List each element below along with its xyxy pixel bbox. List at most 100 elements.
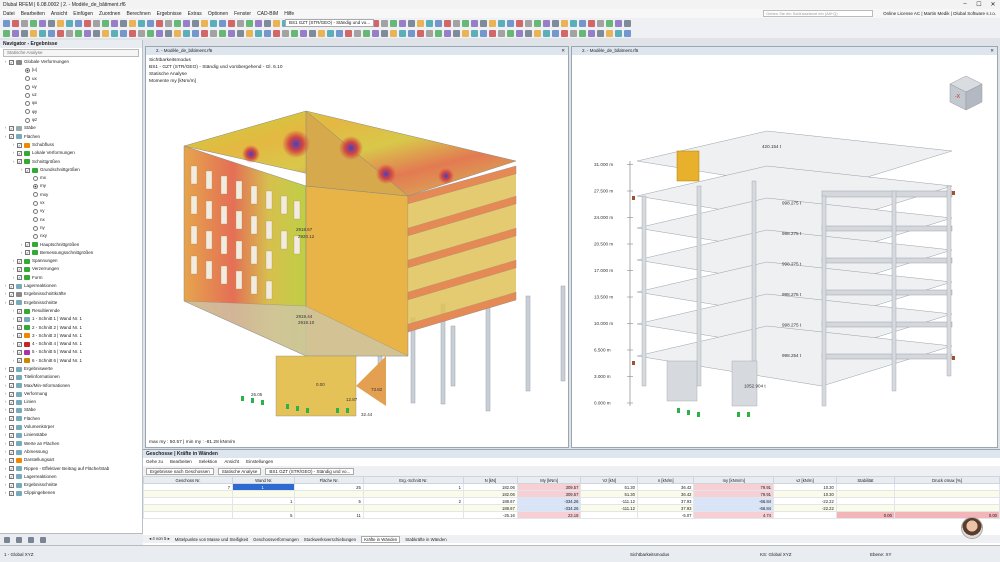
tree-item[interactable]: mx [0, 174, 142, 182]
maximize-button[interactable]: ☐ [972, 1, 986, 8]
tree-item[interactable]: › ✓ 5 - Schnitt 5 | Wand Nr. 1 [0, 348, 142, 356]
toolbar-icon[interactable] [444, 29, 451, 37]
table-row[interactable]: 1 5 2 188.67 -334.26 -111.12 37.93 -66.84 -22.22 [142, 497, 1000, 505]
toolbar-icon[interactable] [615, 19, 622, 27]
tree-item[interactable]: › ✓ Titelinformationen [0, 373, 142, 381]
minimize-button[interactable]: – [958, 1, 972, 8]
radio-button[interactable] [25, 76, 30, 82]
toolbar-icon[interactable] [579, 29, 586, 37]
toolbar-icon[interactable] [201, 29, 208, 37]
analysis-select[interactable]: Statische Analyse [3, 49, 139, 57]
toolbar-icon[interactable] [624, 19, 631, 27]
chevron-right-icon[interactable]: › [11, 257, 16, 265]
tree-item[interactable]: › ✓ Bemessungsschnittgrößen [0, 249, 142, 257]
chevron-right-icon[interactable]: › [3, 481, 8, 489]
chevron-right-icon[interactable]: › [3, 465, 8, 473]
toolbar-icon[interactable] [129, 19, 136, 27]
toolbar-icon[interactable] [219, 19, 226, 27]
tree-item[interactable]: › ✓ 1 - Schnitt 1 | Wand Nr. 1 [0, 315, 142, 323]
toolbar-icon[interactable] [336, 29, 343, 37]
checkbox[interactable]: ✓ [25, 242, 30, 248]
toolbar-icon[interactable] [246, 19, 253, 27]
chevron-right-icon[interactable]: › [11, 265, 16, 273]
checkbox[interactable]: ✓ [9, 474, 14, 480]
toolbar-icon[interactable] [21, 29, 28, 37]
checkbox[interactable]: ✓ [9, 449, 14, 455]
toolbar-icon[interactable] [237, 19, 244, 27]
tree-item[interactable]: my [0, 182, 142, 190]
tree-item[interactable]: › ✓ Resultierende [0, 307, 142, 315]
checkbox[interactable]: ✓ [9, 134, 14, 140]
toolbar-icon[interactable] [462, 19, 469, 27]
tree-item[interactable]: › ✓ Form [0, 274, 142, 282]
toolbar-icon[interactable] [12, 19, 19, 27]
checkbox[interactable]: ✓ [9, 300, 14, 306]
tree-item[interactable]: › ✓ Globale Verformungen [0, 58, 142, 66]
checkbox[interactable]: ✓ [17, 267, 22, 273]
chevron-right-icon[interactable]: › [3, 282, 8, 290]
viewport-masses[interactable]: 2. - Modèle_de_bâtiment.rf6 ✕ -X 31.000 m… [571, 46, 998, 448]
radio-button[interactable] [25, 101, 30, 107]
tree-item[interactable]: › ✓ Flächen [0, 415, 142, 423]
tree-item[interactable]: › ✓ Verzerrungen [0, 265, 142, 273]
checkbox[interactable]: ✓ [17, 333, 22, 339]
toolbar-icon[interactable] [156, 19, 163, 27]
toolbar-icon[interactable] [102, 29, 109, 37]
toolbar-icon[interactable] [399, 19, 406, 27]
radio-button[interactable] [33, 192, 38, 198]
chevron-right-icon[interactable]: › [11, 332, 16, 340]
toolbar-icon[interactable] [66, 29, 73, 37]
toolbar-icon[interactable] [489, 29, 496, 37]
menu-item[interactable]: Hilfe [284, 11, 294, 17]
combo-select[interactable]: BS1 GZT (STR/GEO) - Ständig und vo... [285, 19, 374, 27]
checkbox[interactable]: ✓ [9, 59, 14, 65]
column-header[interactable]: Stabilität [835, 476, 895, 484]
chevron-right-icon[interactable]: › [11, 324, 16, 332]
toolbar-icon[interactable] [3, 29, 10, 37]
table-tab[interactable]: Stabkräfte in Wänden [405, 537, 446, 542]
chevron-right-icon[interactable]: › [3, 489, 8, 497]
chevron-right-icon[interactable]: › [3, 382, 8, 390]
checkbox[interactable]: ✓ [17, 159, 22, 165]
toolbar-icon[interactable] [462, 29, 469, 37]
column-header[interactable]: Geschoss Nr. [142, 476, 234, 484]
checkbox[interactable]: ✓ [17, 350, 22, 356]
checkbox[interactable]: ✓ [25, 167, 30, 173]
table-row[interactable]: 188.67 -334.26 -111.12 37.93 -66.84 -22.22 [142, 504, 1000, 512]
toolbar-icon[interactable] [390, 19, 397, 27]
toolbar-icon[interactable] [597, 29, 604, 37]
radio-button[interactable] [25, 67, 30, 73]
checkbox[interactable]: ✓ [9, 126, 14, 132]
toolbar-icon[interactable] [453, 19, 460, 27]
column-header[interactable]: My [kNm] [516, 476, 582, 484]
radio-button[interactable] [25, 84, 30, 90]
toolbar-icon[interactable] [525, 29, 532, 37]
checkbox[interactable]: ✓ [9, 283, 14, 289]
toolbar-icon[interactable] [219, 29, 226, 37]
table-tab[interactable]: Geschossverformungen [253, 537, 299, 542]
tree-item[interactable]: › ✓ Lagerreaktionen [0, 473, 142, 481]
toolbar-icon[interactable] [273, 29, 280, 37]
table-row[interactable]: 5 11 -25.16 23.18 -5.07 4.74 0.00 0.00 [142, 511, 1000, 519]
toolbar-icon[interactable] [381, 29, 388, 37]
checkbox[interactable]: ✓ [17, 150, 22, 156]
toolbar-icon[interactable] [444, 19, 451, 27]
menu-item[interactable]: Extras [188, 11, 202, 17]
toolbar-icon[interactable] [138, 29, 145, 37]
toolbar-icon[interactable] [255, 29, 262, 37]
toolbar-icon[interactable] [228, 29, 235, 37]
checkbox[interactable]: ✓ [17, 142, 22, 148]
column-header[interactable]: vz [kN/m] [773, 476, 837, 484]
toolbar-icon[interactable] [426, 29, 433, 37]
checkbox[interactable]: ✓ [17, 275, 22, 281]
toolbar-icon[interactable] [237, 29, 244, 37]
chevron-right-icon[interactable]: › [3, 473, 8, 481]
toolbar-icon[interactable] [75, 29, 82, 37]
checkbox[interactable]: ✓ [9, 408, 14, 414]
table-menu-item[interactable]: Einstellungen [246, 458, 273, 466]
tree-item[interactable]: |u| [0, 66, 142, 74]
toolbar-icon[interactable] [48, 29, 55, 37]
menu-item[interactable]: CAD-BIM [257, 11, 278, 17]
toolbar-icon[interactable] [561, 29, 568, 37]
toolbar-icon[interactable] [93, 29, 100, 37]
